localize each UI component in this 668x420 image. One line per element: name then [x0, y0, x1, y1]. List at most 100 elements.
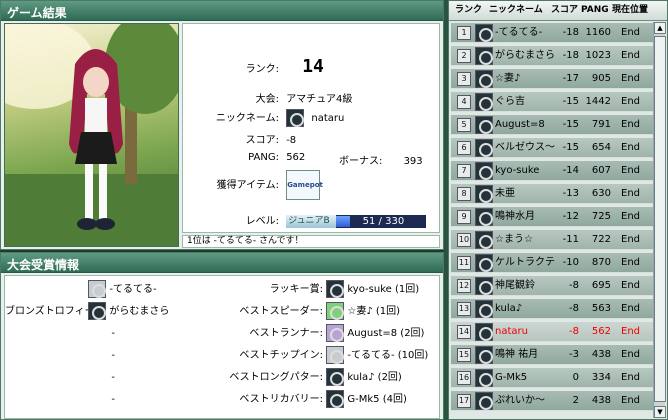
table-row[interactable]: 14 nataru -8 562 End	[451, 322, 655, 342]
player-pang: 438	[591, 349, 611, 360]
avatar-icon	[326, 390, 345, 408]
result-info-box: ランク: 14 大会: アマチュア4級 ニックネーム: nataru スコア: …	[182, 23, 440, 233]
player-position: End	[621, 280, 641, 291]
player-position: End	[621, 50, 641, 61]
rank-number: 1	[457, 26, 471, 40]
player-name: kyo-suke	[495, 165, 540, 176]
player-pang: 438	[591, 395, 611, 406]
table-row[interactable]: 17 ぷれいか～ 2 438 End	[451, 391, 655, 411]
table-row[interactable]: 7 kyo-suke -14 607 End	[451, 161, 655, 181]
player-avatar-icon	[286, 109, 305, 127]
player-pang: 905	[591, 73, 611, 84]
avatar-icon	[475, 47, 493, 65]
tournament-awards-panel: 大会受賞情報 -てるてる- ブロンズトロフィー: がらむまさら - - - - …	[0, 252, 444, 420]
level-label: レベル:	[245, 216, 279, 227]
awards-body: -てるてる- ブロンズトロフィー: がらむまさら - - - - ラッキー賞: …	[4, 275, 440, 419]
player-position: End	[621, 96, 641, 107]
rank-number: 3	[457, 72, 471, 86]
table-row[interactable]: 4 ぐら吉 -15 1442 End	[451, 92, 655, 112]
score-value: -8	[286, 135, 297, 146]
player-pang: 654	[591, 142, 611, 153]
player-pang: 870	[591, 257, 611, 268]
winner-message: 1位は -てるてる- さんです！	[182, 235, 440, 248]
col-score: スコア	[551, 5, 579, 15]
player-name: ぐら吉	[495, 96, 525, 107]
game-result-panel: ゲーム結果 ランク: 14 大会: アマチュア4級 ニックネーム: nataru…	[0, 0, 444, 250]
award-winner: August=8 (2回)	[347, 328, 425, 339]
table-row[interactable]: 9 鳴神水月 -12 725 End	[451, 207, 655, 227]
level-fill	[336, 215, 351, 227]
ranking-scrollbar[interactable]: ▲ ▼	[653, 22, 666, 418]
player-position: End	[621, 395, 641, 406]
award-title: -	[111, 394, 115, 405]
ranking-header: ランク ニックネーム スコア PANG 現在位置	[449, 1, 667, 21]
rank-number: 13	[457, 302, 471, 316]
table-row[interactable]: 12 神尾観鈴 -8 695 End	[451, 276, 655, 296]
player-position: End	[621, 142, 641, 153]
table-row[interactable]: 2 がらむまさら -18 1023 End	[451, 46, 655, 66]
scroll-up-icon[interactable]: ▲	[654, 22, 666, 34]
rank-number: 9	[457, 210, 471, 224]
player-score: -15	[562, 119, 579, 130]
player-pang: 1442	[585, 96, 611, 107]
player-score: -11	[562, 234, 579, 245]
player-pang: 607	[591, 165, 611, 176]
rank-number: 4	[457, 95, 471, 109]
rank-number: 17	[457, 394, 471, 408]
player-score: -8	[569, 280, 579, 291]
player-pang: 791	[591, 119, 611, 130]
player-name: kula♪	[495, 303, 523, 314]
avatar-icon	[475, 369, 493, 387]
acquired-item-icon[interactable]: Gamepot	[286, 170, 323, 200]
scroll-thumb[interactable]	[654, 36, 666, 402]
award-right-row: ベストロングパター: kula♪ (2回)	[195, 368, 402, 388]
avatar-icon	[475, 139, 493, 157]
award-left-row: ブロンズトロフィー: がらむまさら	[5, 302, 185, 322]
award-winner: kyo-suke (1回)	[347, 284, 420, 295]
award-title: ベストロングパター:	[229, 372, 323, 383]
rank-number: 12	[457, 279, 471, 293]
nickname-label: ニックネーム:	[215, 113, 279, 124]
table-row[interactable]: 8 未亜 -13 630 End	[451, 184, 655, 204]
award-title: ラッキー賞:	[269, 284, 323, 295]
table-row[interactable]: 13 kula♪ -8 563 End	[451, 299, 655, 319]
table-row[interactable]: 6 ベルゼウス～ -15 654 End	[451, 138, 655, 158]
player-name: 鳴神 祐月	[495, 349, 539, 360]
table-row[interactable]: 15 鳴神 祐月 -3 438 End	[451, 345, 655, 365]
rank-number: 6	[457, 141, 471, 155]
player-name: G-Mk5	[495, 372, 528, 383]
rank-number: 5	[457, 118, 471, 132]
scroll-down-icon[interactable]: ▼	[654, 406, 666, 418]
award-winner: kula♪ (2回)	[347, 372, 402, 383]
table-row[interactable]: 3 ☆妻♪ -17 905 End	[451, 69, 655, 89]
player-name: ☆妻♪	[495, 73, 521, 84]
player-position: End	[621, 165, 641, 176]
pang-value: 562	[286, 152, 306, 163]
player-position: End	[621, 73, 641, 84]
player-score: 0	[572, 372, 579, 383]
player-name: 神尾観鈴	[495, 280, 535, 291]
avatar-icon	[475, 93, 493, 111]
player-pang: 562	[591, 326, 611, 337]
player-position: End	[621, 119, 641, 130]
table-row[interactable]: 10 ☆まう☆ -11 722 End	[451, 230, 655, 250]
rank-number: 10	[457, 233, 471, 247]
table-row[interactable]: 11 ケルトラクテ -10 870 End	[451, 253, 655, 273]
score-label: スコア:	[245, 135, 279, 146]
player-name: ベルゼウス～	[495, 142, 555, 153]
award-winner: G-Mk5 (4回)	[347, 394, 407, 405]
rank-label: ランク:	[245, 64, 279, 75]
table-row[interactable]: 16 G-Mk5 0 334 End	[451, 368, 655, 388]
player-name: nataru	[495, 326, 528, 337]
table-row[interactable]: 1 -てるてる- -18 1160 End	[451, 23, 655, 43]
bonus-label: ボーナス:	[339, 156, 383, 167]
award-winner: -てるてる-	[109, 284, 157, 295]
avatar-icon	[475, 300, 493, 318]
player-score: -13	[562, 188, 579, 199]
player-pang: 722	[591, 234, 611, 245]
player-score: -14	[562, 165, 579, 176]
level-progress-bar: ジュニアB 51 / 330	[286, 214, 427, 228]
ranking-panel: ランク ニックネーム スコア PANG 現在位置 1 -てるてる- -18 1160 E…	[448, 0, 668, 420]
table-row[interactable]: 5 August=8 -15 791 End	[451, 115, 655, 135]
level-grade: ジュニアB	[286, 214, 337, 228]
